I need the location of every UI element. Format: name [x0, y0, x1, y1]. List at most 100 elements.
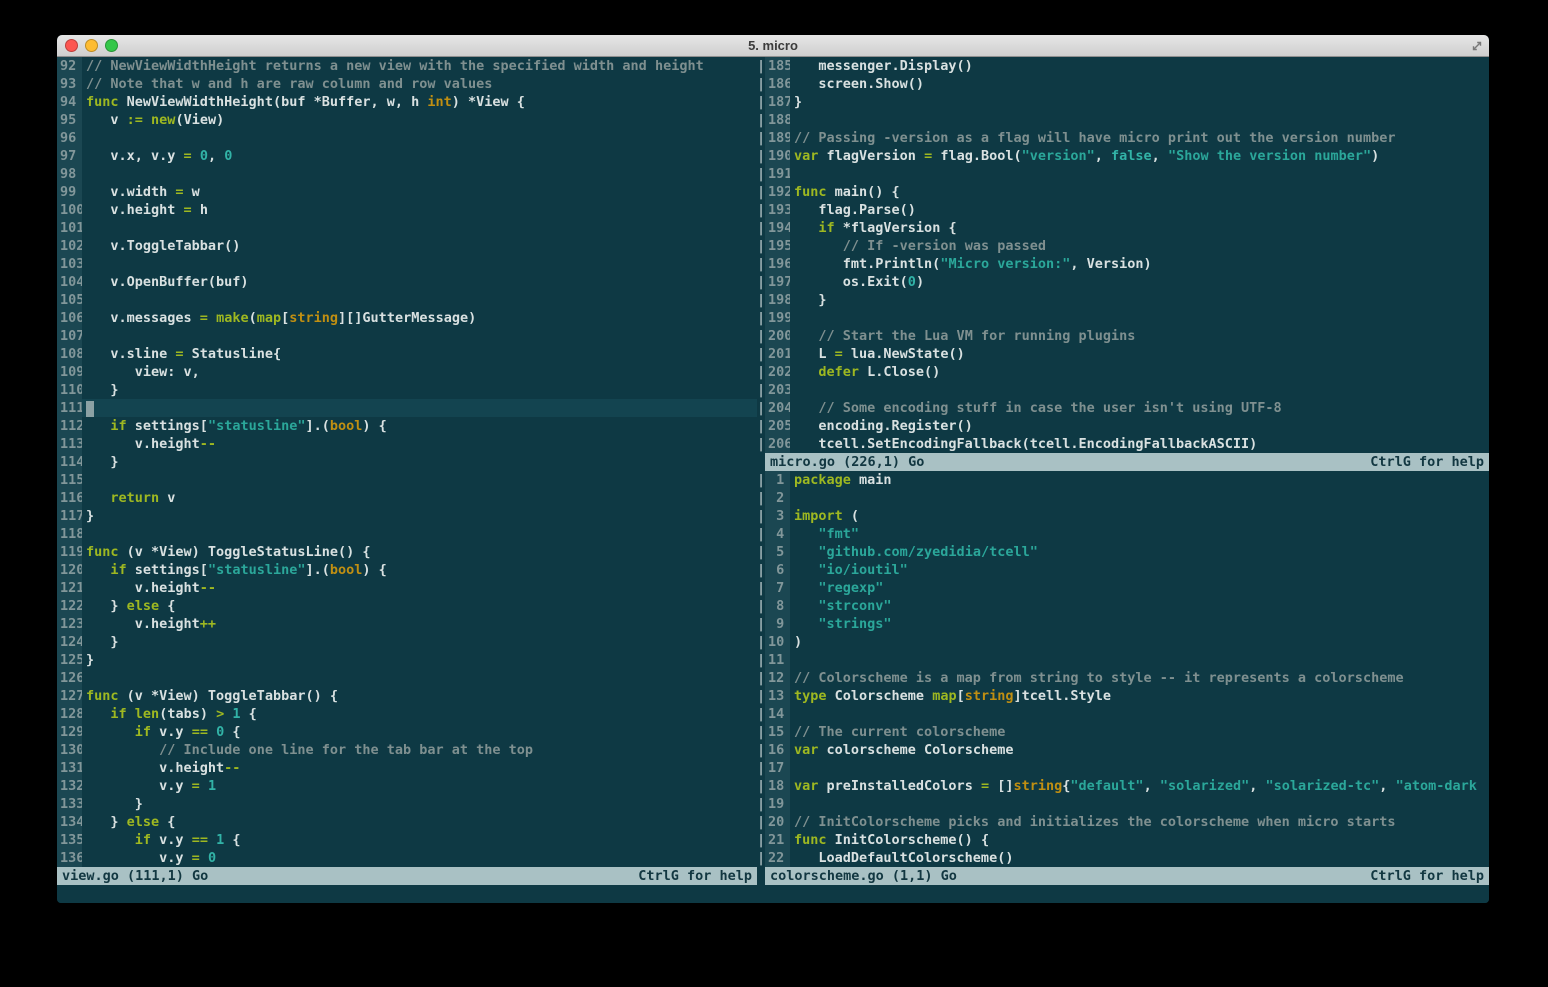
code-line[interactable]: 99 v.width = w	[57, 183, 757, 201]
code-line[interactable]: 202 defer L.Close()	[765, 363, 1489, 381]
code-line[interactable]: 110 }	[57, 381, 757, 399]
code-line[interactable]: 3 import (	[765, 507, 1489, 525]
code-line[interactable]: 119 func (v *View) ToggleStatusLine() {	[57, 543, 757, 561]
code-line[interactable]: 186 screen.Show()	[765, 75, 1489, 93]
code-line[interactable]: 102 v.ToggleTabbar()	[57, 237, 757, 255]
code-line[interactable]: 103	[57, 255, 757, 273]
code-line[interactable]: 128 if len(tabs) > 1 {	[57, 705, 757, 723]
code-line[interactable]: 94 func NewViewWidthHeight(buf *Buffer, w…	[57, 93, 757, 111]
code-line[interactable]: 201 L = lua.NewState()	[765, 345, 1489, 363]
code-line[interactable]: 18 var preInstalledColors = []string{"def…	[765, 777, 1489, 795]
code-line[interactable]: 11	[765, 651, 1489, 669]
code-line[interactable]: 189// Passing -version as a flag will ha…	[765, 129, 1489, 147]
code-line[interactable]: 118	[57, 525, 757, 543]
code-line[interactable]: 100 v.height = h	[57, 201, 757, 219]
code-line[interactable]: 206 tcell.SetEncodingFallback(tcell.Enco…	[765, 435, 1489, 453]
code-line[interactable]: 133 }	[57, 795, 757, 813]
code-line[interactable]: 16 var colorscheme Colorscheme	[765, 741, 1489, 759]
code-line[interactable]: 123 v.height++	[57, 615, 757, 633]
code-line[interactable]: 15// The current colorscheme	[765, 723, 1489, 741]
code-line[interactable]: 131 v.height--	[57, 759, 757, 777]
command-line[interactable]	[57, 885, 1489, 903]
code-line[interactable]: 104 v.OpenBuffer(buf)	[57, 273, 757, 291]
pane-colorscheme-go[interactable]: 1 package main 2 3 import ( 4 "fmt" 5 "git…	[765, 471, 1489, 867]
code-line[interactable]: 96	[57, 129, 757, 147]
code-line[interactable]: 191	[765, 165, 1489, 183]
code-line[interactable]: 92// NewViewWidthHeight returns a new vi…	[57, 57, 757, 75]
code-line[interactable]: 115	[57, 471, 757, 489]
code-line[interactable]: 188	[765, 111, 1489, 129]
code-line[interactable]: 125}	[57, 651, 757, 669]
code-line[interactable]: 7 "regexp"	[765, 579, 1489, 597]
code-line[interactable]: 196 fmt.Println("Micro version:", Versio…	[765, 255, 1489, 273]
code-line[interactable]: 199	[765, 309, 1489, 327]
code-line[interactable]: 2	[765, 489, 1489, 507]
code-line[interactable]: 19	[765, 795, 1489, 813]
code-line[interactable]: 205 encoding.Register()	[765, 417, 1489, 435]
code-line[interactable]: 1 package main	[765, 471, 1489, 489]
zoom-button[interactable]	[105, 39, 118, 52]
code-line[interactable]: 5 "github.com/zyedidia/tcell"	[765, 543, 1489, 561]
code-line[interactable]: 203	[765, 381, 1489, 399]
minimize-button[interactable]	[85, 39, 98, 52]
divider-glyph: |	[757, 724, 765, 740]
code-line[interactable]: 22 LoadDefaultColorscheme()	[765, 849, 1489, 867]
code-line[interactable]: 192 func main() {	[765, 183, 1489, 201]
code-line[interactable]: 132 v.y = 1	[57, 777, 757, 795]
code-line[interactable]: 135 if v.y == 1 {	[57, 831, 757, 849]
code-line[interactable]: 122 } else {	[57, 597, 757, 615]
code-line[interactable]: 95 v := new(View)	[57, 111, 757, 129]
code-line[interactable]: 14	[765, 705, 1489, 723]
code-line[interactable]: 6 "io/ioutil"	[765, 561, 1489, 579]
pane-micro-go[interactable]: 185 messenger.Display() 186 screen.Show()…	[765, 57, 1489, 453]
code-line[interactable]: 111	[57, 399, 757, 417]
code-line[interactable]: 113 v.height--	[57, 435, 757, 453]
code-line[interactable]: 129 if v.y == 0 {	[57, 723, 757, 741]
code-line[interactable]: 195 // If -version was passed	[765, 237, 1489, 255]
code-line[interactable]: 198 }	[765, 291, 1489, 309]
resize-icon[interactable]	[1470, 39, 1484, 53]
window-titlebar[interactable]: 5. micro	[57, 35, 1489, 57]
pane-divider[interactable]: | | | | | | | | | | | | | | | | | | | | | | | | | | | | | | | | | | | | | | | |…	[757, 57, 765, 885]
code-line[interactable]: 121 v.height--	[57, 579, 757, 597]
code-line[interactable]: 93// Note that w and h are raw column an…	[57, 75, 757, 93]
code-line[interactable]: 127 func (v *View) ToggleTabbar() {	[57, 687, 757, 705]
code-line[interactable]: 114 }	[57, 453, 757, 471]
code-line[interactable]: 185 messenger.Display()	[765, 57, 1489, 75]
code-line[interactable]: 107	[57, 327, 757, 345]
code-line[interactable]: 10)	[765, 633, 1489, 651]
code-line[interactable]: 200 // Start the Lua VM for running plug…	[765, 327, 1489, 345]
code-line[interactable]: 4 "fmt"	[765, 525, 1489, 543]
code-line[interactable]: 187}	[765, 93, 1489, 111]
code-line[interactable]: 21 func InitColorscheme() {	[765, 831, 1489, 849]
code-line[interactable]: 108 v.sline = Statusline{	[57, 345, 757, 363]
code-line[interactable]: 124 }	[57, 633, 757, 651]
code-line[interactable]: 101	[57, 219, 757, 237]
code-line[interactable]: 20// InitColorscheme picks and initializ…	[765, 813, 1489, 831]
code-line[interactable]: 106 v.messages = make(map[string][]Gutte…	[57, 309, 757, 327]
code-line[interactable]: 120 if settings["statusline"].(bool) {	[57, 561, 757, 579]
code-line[interactable]: 136 v.y = 0	[57, 849, 757, 867]
code-line[interactable]: 190 var flagVersion = flag.Bool("version"…	[765, 147, 1489, 165]
code-line[interactable]: 109 view: v,	[57, 363, 757, 381]
code-line[interactable]: 8 "strconv"	[765, 597, 1489, 615]
code-line[interactable]: 204 // Some encoding stuff in case the u…	[765, 399, 1489, 417]
close-button[interactable]	[65, 39, 78, 52]
code-line[interactable]: 17	[765, 759, 1489, 777]
code-line[interactable]: 97 v.x, v.y = 0, 0	[57, 147, 757, 165]
code-line[interactable]: 126	[57, 669, 757, 687]
code-line[interactable]: 194 if *flagVersion {	[765, 219, 1489, 237]
code-line[interactable]: 117}	[57, 507, 757, 525]
code-line[interactable]: 12// Colorscheme is a map from string to…	[765, 669, 1489, 687]
code-line[interactable]: 193 flag.Parse()	[765, 201, 1489, 219]
pane-view-go[interactable]: 92// NewViewWidthHeight returns a new vi…	[57, 57, 757, 867]
code-line[interactable]: 112 if settings["statusline"].(bool) {	[57, 417, 757, 435]
code-line[interactable]: 197 os.Exit(0)	[765, 273, 1489, 291]
code-line[interactable]: 13 type Colorscheme map[string]tcell.Styl…	[765, 687, 1489, 705]
code-line[interactable]: 116 return v	[57, 489, 757, 507]
code-line[interactable]: 98	[57, 165, 757, 183]
code-line[interactable]: 130 // Include one line for the tab bar …	[57, 741, 757, 759]
code-line[interactable]: 105	[57, 291, 757, 309]
code-line[interactable]: 134 } else {	[57, 813, 757, 831]
code-line[interactable]: 9 "strings"	[765, 615, 1489, 633]
